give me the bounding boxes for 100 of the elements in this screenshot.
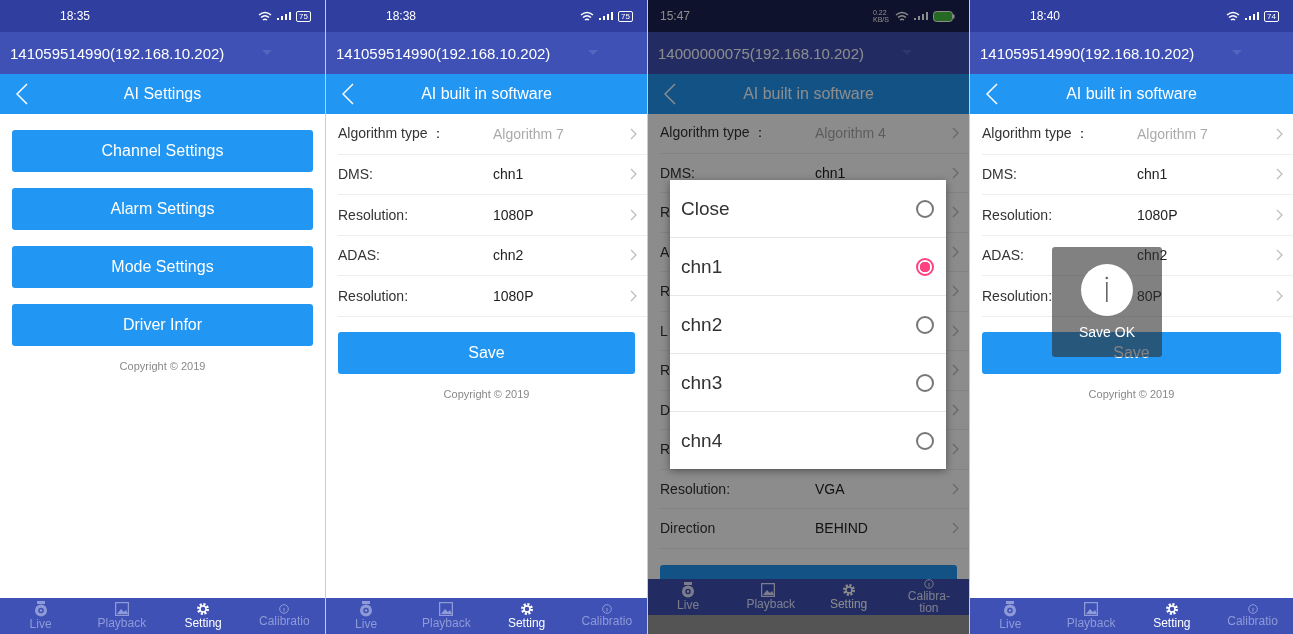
chevron-icon [952,285,959,298]
info-icon [1247,604,1258,615]
setting-value: chn1 [493,166,525,183]
back-icon[interactable] [664,83,676,105]
back-icon[interactable] [986,83,998,105]
setting-row[interactable]: DMS: chn1 [338,154,647,195]
setting-value: 1080P [1137,206,1179,223]
setting-row[interactable]: Resolution: 1080P [982,195,1293,236]
chevron-icon [952,127,959,140]
dialog-option[interactable]: chn3 [670,354,946,412]
nav-tab[interactable]: Playback [728,579,809,615]
info-icon [279,604,290,615]
back-icon[interactable] [342,83,354,105]
setting-value: chn1 [815,164,847,181]
wifi-icon [1226,10,1241,22]
setting-row[interactable]: Resolution: 1080P [338,195,647,236]
screen-title: AI built in software [1066,85,1197,103]
setting-label: Resolution: [982,206,1053,223]
chevron-icon [952,206,959,219]
chevron-icon [952,443,959,456]
setting-value: 1080P [493,287,535,304]
setting-row[interactable]: Algorithm type ： Algorithm 7 [982,114,1293,155]
setting-label: Resolution: [660,480,731,497]
gear-icon [841,583,856,598]
radio-button[interactable] [916,315,934,334]
radio-button[interactable] [916,373,934,392]
menu-button[interactable]: Mode Settings [12,246,313,288]
status-time: 15:47 [660,9,691,23]
radio-button[interactable] [916,431,934,450]
save-button[interactable]: Save [338,331,635,374]
nav-tab[interactable]: Setting [486,598,567,634]
setting-row[interactable]: ADAS: chn2 [338,235,647,276]
nav-tab[interactable]: Live [648,579,729,615]
image-icon [114,602,129,617]
device-selector[interactable]: 14000000075(192.168.10.202) [648,32,969,74]
dialog-option[interactable]: chn2 [670,296,946,354]
chevron-icon [952,166,959,179]
signal-icon [913,11,929,21]
camera-icon [33,601,48,618]
signal-icon [598,11,615,21]
chevron-icon [630,168,637,181]
image-icon [1084,602,1099,617]
signal-icon [276,11,293,21]
dialog-option[interactable]: chn4 [670,412,946,469]
device-selector[interactable]: 141059514990(192.168.10.202) [326,32,647,74]
radio-button[interactable] [916,199,934,218]
chevron-icon [952,522,959,535]
setting-value: 80P [1137,287,1163,304]
menu-button[interactable]: Channel Settings [12,130,313,172]
radio-button[interactable] [916,257,934,276]
setting-label: D [660,401,671,418]
nav-tab[interactable]: Setting [808,579,889,615]
setting-label: R [660,441,671,458]
nav-tab[interactable]: Setting [1131,598,1213,634]
chevron-icon [1276,168,1283,181]
setting-label: R [660,362,671,379]
device-selector[interactable]: 141059514990(192.168.10.202) [970,32,1293,74]
chevron-icon [1276,249,1283,262]
setting-value: Algorithm 7 [1137,125,1209,142]
chevron-icon [1276,289,1283,302]
info-icon [601,604,612,615]
chevron-icon [952,324,959,337]
setting-label: Resolution: [982,287,1053,304]
status-time: 18:35 [60,9,91,23]
setting-row[interactable]: Algorithm type ： Algorithm 7 [338,114,647,155]
setting-value: 1080P [493,206,535,223]
setting-label: R [660,283,671,300]
chevron-icon [1276,127,1283,140]
battery-level: 74 [1264,10,1279,22]
screen-title: AI Settings [123,85,202,103]
setting-label: L [660,322,668,339]
wifi-icon [895,10,909,22]
setting-row[interactable]: Resolution: 1080P [338,276,647,317]
battery-level: 75 [618,10,633,22]
device-selector[interactable]: 141059514990(192.168.10.202) [0,32,325,74]
copyright-text: Copyright © 2019 [442,387,531,400]
setting-row[interactable]: DMS: chn1 [982,154,1293,195]
chevron-icon [630,249,637,262]
chevron-icon [1276,208,1283,221]
chevron-icon [952,403,959,416]
setting-row[interactable]: Direction BEHIND [660,509,969,549]
back-icon[interactable] [16,83,28,105]
dialog-option[interactable]: chn1 [670,238,946,296]
setting-label: DMS: [660,164,695,181]
setting-value: VGA [815,480,846,497]
setting-value: Algorithm 7 [493,125,565,142]
setting-value: BEHIND [815,520,869,537]
gear-icon [519,602,534,617]
battery-icon [933,10,955,22]
gear-icon [1164,602,1179,617]
menu-button[interactable]: Driver Infor [12,304,313,346]
dialog-option[interactable]: Close [670,180,946,238]
chevron-icon [630,289,637,302]
nav-tab[interactable]: Calibra-tion [888,579,969,615]
status-time: 18:38 [386,9,417,23]
image-icon [439,602,454,617]
setting-label: A [660,243,670,260]
setting-label: Algorithm type ： [338,124,446,143]
menu-button[interactable]: Alarm Settings [12,188,313,230]
nav-tab[interactable]: Setting [162,598,244,634]
